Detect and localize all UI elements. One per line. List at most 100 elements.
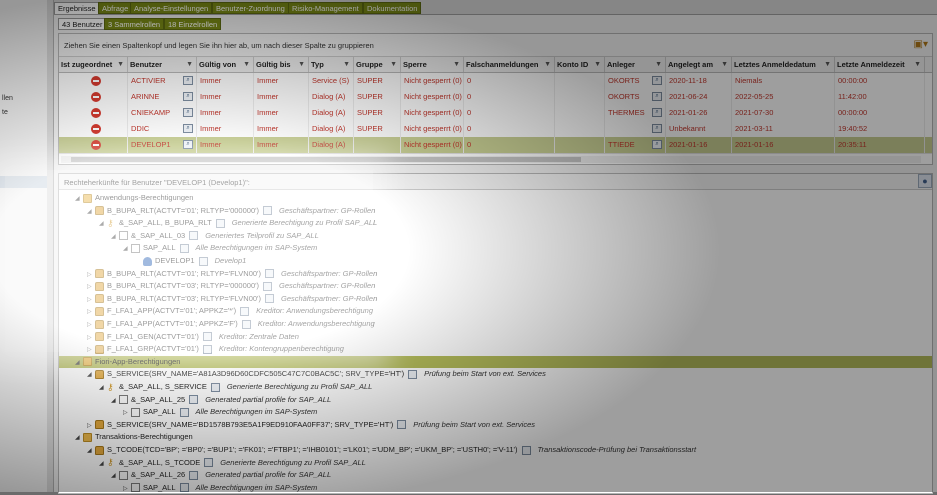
tree-node[interactable]: ◢ &_SAP_ALL_03 Generiertes Teilprofil zu S…	[111, 230, 319, 242]
group-drop-area[interactable]: Ziehen Sie einen Spaltenkopf und legen S…	[59, 34, 932, 57]
tree-node[interactable]: ▷ F_LFA1_APP(ACTVT='01'; APPKZ='F') Kredit…	[87, 318, 375, 330]
tab-risiko-management[interactable]: Risiko-Management	[288, 2, 363, 14]
column-header[interactable]: Letztes Anmeldedatum ▼	[732, 57, 835, 72]
lookup-icon[interactable]	[263, 206, 273, 216]
sidebar-selected-item[interactable]	[0, 176, 47, 188]
tree-node[interactable]: DEVELOP1 Develop1	[135, 255, 246, 267]
tree-node[interactable]: ◢ B_BUPA_RLT(ACTVT='01'; RLTYP='000000') G…	[87, 205, 375, 217]
lookup-icon[interactable]: ⌕	[652, 140, 662, 149]
column-header[interactable]: Letzte Anmeldezeit ▼	[835, 57, 925, 72]
tree-node[interactable]: ▷ F_LFA1_APP(ACTVT='01'; APPKZ='*') Kredit…	[87, 305, 373, 317]
lookup-icon[interactable]	[189, 470, 199, 480]
tree-node[interactable]: ▷ S_SERVICE(SRV_NAME='BD1578B793E5A1F9ED9…	[87, 419, 535, 431]
scrollbar-thumb[interactable]	[71, 157, 581, 162]
tab-analyse-einstellungen[interactable]: Analyse-Einstellungen	[130, 2, 213, 14]
tab-abfrage[interactable]: Abfrage	[98, 2, 133, 14]
lookup-icon[interactable]: ⌕	[183, 124, 193, 133]
lookup-icon[interactable]	[521, 445, 531, 455]
folder-icon[interactable]: ▣▾	[914, 39, 928, 50]
lookup-icon[interactable]	[240, 306, 250, 316]
tab-dokumentation[interactable]: Dokumentation	[363, 2, 422, 14]
expand-toggle-icon[interactable]: ◢	[75, 357, 83, 369]
expand-toggle-icon[interactable]: ◢	[87, 206, 95, 218]
lookup-icon[interactable]	[189, 231, 199, 241]
expand-toggle-icon[interactable]: ◢	[75, 193, 83, 205]
column-header[interactable]: Typ ▼	[309, 57, 354, 72]
panel-splitter[interactable]	[47, 0, 54, 492]
lookup-icon[interactable]	[198, 256, 208, 266]
column-header[interactable]: Gültig bis ▼	[254, 57, 309, 72]
column-header[interactable]: Benutzer ▼	[128, 57, 197, 72]
subtab-benutzer[interactable]: 43 Benutzer	[58, 18, 107, 30]
tree-node[interactable]: ◢ ⚷ &_SAP_ALL, S_TCODE Generierte Berechtig…	[99, 457, 366, 469]
expand-toggle-icon[interactable]: ◢	[111, 470, 119, 482]
lookup-icon[interactable]	[215, 218, 225, 228]
lookup-icon[interactable]	[179, 407, 189, 417]
expand-toggle-icon[interactable]: ▷	[87, 344, 95, 356]
column-header[interactable]: Falschanmeldungen ▼	[464, 57, 555, 72]
horizontal-scrollbar[interactable]	[61, 156, 921, 163]
tab-benutzer-zuordnung[interactable]: Benutzer-Zuordnung	[212, 2, 289, 14]
column-header[interactable]: Gruppe ▼	[354, 57, 401, 72]
lookup-icon[interactable]	[263, 281, 273, 291]
lookup-icon[interactable]: ⌕	[183, 76, 193, 85]
expand-toggle-icon[interactable]: ◢	[99, 458, 107, 470]
lookup-icon[interactable]	[210, 382, 220, 392]
tree-node[interactable]: ◢ Fiori-App-Berechtigungen	[75, 356, 180, 368]
column-header[interactable]: Ist zugeordnet ▼	[59, 57, 128, 72]
tab-ergebnisse[interactable]: Ergebnisse	[54, 2, 100, 14]
lookup-icon[interactable]	[202, 344, 212, 354]
tree-node[interactable]: ▷ B_BUPA_RLT(ACTVT='01'; RLTYP='FLVN00') G…	[87, 268, 377, 280]
tree-node[interactable]: ◢ ⚷ &_SAP_ALL, S_SERVICE Generierte Berecht…	[99, 381, 372, 393]
lookup-icon[interactable]	[264, 294, 274, 304]
user-icon[interactable]: ●	[918, 174, 932, 188]
lookup-icon[interactable]	[189, 395, 199, 405]
tree-node[interactable]: ◢ S_SERVICE(SRV_NAME='A81A3D96D60CDFC505C…	[87, 368, 546, 380]
expand-toggle-icon[interactable]: ◢	[75, 432, 83, 444]
column-header[interactable]: Angelegt am ▼	[666, 57, 732, 72]
expand-toggle-icon[interactable]: ◢	[123, 243, 131, 255]
subtab-sammelrollen[interactable]: 3 Sammelrollen	[104, 18, 165, 30]
expand-toggle-icon[interactable]: ▷	[87, 332, 95, 344]
column-header[interactable]: Sperre ▼	[401, 57, 464, 72]
expand-toggle-icon[interactable]: ▷	[123, 407, 131, 419]
tree-node[interactable]: ◢ ⚷ &_SAP_ALL, B_BUPA_RLT Generierte Berech…	[99, 217, 377, 229]
tree-node[interactable]: ▷ F_LFA1_GRP(ACTVT='01') Kreditor: Konteng…	[87, 343, 344, 355]
expand-toggle-icon[interactable]: ◢	[111, 395, 119, 407]
lookup-icon[interactable]	[179, 243, 189, 253]
tree-node[interactable]: ◢ SAP_ALL Alle Berechtigungen im SAP-Syste…	[123, 242, 317, 254]
expand-toggle-icon[interactable]: ◢	[111, 231, 119, 243]
tree-node[interactable]: ◢ S_TCODE(TCD='BP'; ='BP0'; ='BUP1'; ='FK…	[87, 444, 696, 456]
expand-toggle-icon[interactable]: ◢	[99, 382, 107, 394]
column-header[interactable]: Konto ID ▼	[555, 57, 605, 72]
expand-toggle-icon[interactable]: ▷	[123, 483, 131, 495]
tree-node[interactable]: ◢ &_SAP_ALL_26 Generated partial profile f…	[111, 469, 331, 481]
expand-toggle-icon[interactable]: ▷	[87, 281, 95, 293]
tree-node[interactable]: ▷ B_BUPA_RLT(ACTVT='03'; RLTYP='000000') G…	[87, 280, 375, 292]
lookup-icon[interactable]	[204, 458, 214, 468]
lookup-icon[interactable]	[397, 420, 407, 430]
tree-node[interactable]: ▷ B_BUPA_RLT(ACTVT='03'; RLTYP='FLVN00') G…	[87, 293, 377, 305]
column-header[interactable]: Gültig von ▼	[197, 57, 254, 72]
lookup-icon[interactable]	[202, 332, 212, 342]
subtab-einzelrollen[interactable]: 18 Einzelrollen	[164, 18, 222, 30]
table-row[interactable]: DEVELOP1 ⌕ Immer Immer Dialog (A) Nicht gespe…	[59, 137, 932, 154]
lookup-icon[interactable]: ⌕	[652, 124, 662, 133]
tree-node[interactable]: ◢ Anwendungs-Berechtigungen	[75, 192, 193, 204]
expand-toggle-icon[interactable]: ▷	[87, 420, 95, 432]
lookup-icon[interactable]: ⌕	[183, 108, 193, 117]
expand-toggle-icon[interactable]: ◢	[99, 218, 107, 230]
tree-node[interactable]: ◢ Transaktions-Berechtigungen	[75, 431, 193, 443]
lookup-icon[interactable]: ⌕	[652, 92, 662, 101]
table-row[interactable]: DDIC ⌕ Immer Immer Dialog (A) SUPER Nicht gesp…	[59, 121, 932, 138]
tree-node[interactable]: ▷ SAP_ALL Alle Berechtigungen im SAP-Syste…	[123, 406, 317, 418]
lookup-icon[interactable]	[408, 369, 418, 379]
expand-toggle-icon[interactable]: ▷	[87, 294, 95, 306]
lookup-icon[interactable]	[264, 269, 274, 279]
tree-node[interactable]: ▷ F_LFA1_GEN(ACTVT='01') Kreditor: Zentral…	[87, 331, 299, 343]
expand-toggle-icon[interactable]: ▷	[87, 319, 95, 331]
lookup-icon[interactable]	[179, 483, 189, 493]
table-row[interactable]: ACTIVIER ⌕ Immer Immer Service (S) SUPER Nicht…	[59, 73, 932, 90]
column-header[interactable]: Anleger ▼	[605, 57, 666, 72]
expand-toggle-icon[interactable]: ▷	[87, 269, 95, 281]
